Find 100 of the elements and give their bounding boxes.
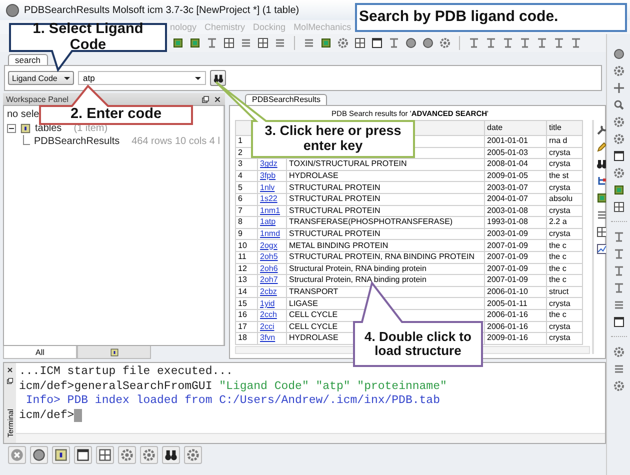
align-icon[interactable]: [612, 248, 624, 260]
align-icon[interactable]: [553, 37, 565, 49]
row-number: 7: [236, 205, 258, 217]
tree-item[interactable]: tables: [35, 123, 62, 134]
lines-icon[interactable]: [612, 299, 624, 311]
align-icon[interactable]: [502, 37, 514, 49]
table-cell: STRUCTURAL PROTEIN, RNA BINDING PROTEIN: [286, 251, 484, 264]
wrench-icon[interactable]: [596, 124, 608, 136]
lines-icon[interactable]: [303, 37, 315, 49]
align-icon[interactable]: [519, 37, 531, 49]
square-icon[interactable]: [612, 184, 624, 196]
stop-icon[interactable]: [8, 446, 26, 464]
circle-icon[interactable]: [422, 37, 434, 49]
grid-icon[interactable]: [223, 37, 235, 49]
search-icon[interactable]: [612, 99, 624, 111]
gear-icon[interactable]: [612, 116, 624, 128]
collapse-icon[interactable]: [7, 124, 16, 133]
table-icon[interactable]: [52, 446, 70, 464]
close-icon[interactable]: [213, 94, 222, 104]
row-number: 15: [236, 298, 258, 310]
square-icon[interactable]: [172, 37, 184, 49]
column-header[interactable]: title: [546, 120, 582, 136]
table-cell: crysta: [546, 321, 582, 333]
align-icon[interactable]: [485, 37, 497, 49]
gear-icon[interactable]: [118, 446, 136, 464]
align-icon[interactable]: [612, 265, 624, 277]
pencil-icon[interactable]: [596, 141, 608, 153]
table-cell: the c: [546, 263, 582, 275]
gear-icon[interactable]: [612, 133, 624, 145]
table-cell: 2003-01-09: [484, 228, 546, 240]
scrollbar[interactable]: [592, 120, 594, 354]
align-icon[interactable]: [536, 37, 548, 49]
move-icon[interactable]: [612, 82, 624, 94]
caret-icon: [195, 76, 201, 82]
table-cell: METAL BINDING PROTEIN: [286, 240, 484, 252]
window-icon[interactable]: [612, 316, 624, 328]
square-icon[interactable]: [189, 37, 201, 49]
scrollbar[interactable]: [222, 106, 224, 345]
circle-icon[interactable]: [30, 446, 48, 464]
close-icon[interactable]: [6, 366, 14, 374]
row-number: 11: [236, 251, 258, 264]
console-command: icm/def>generalSearchFromGUI: [19, 380, 214, 394]
gear-icon[interactable]: [337, 37, 349, 49]
grid-icon[interactable]: [596, 226, 608, 238]
lines-icon[interactable]: [596, 209, 608, 221]
chart-icon[interactable]: [596, 243, 608, 255]
gear-icon[interactable]: [612, 380, 624, 392]
panel-tab[interactable]: All: [3, 346, 77, 359]
align-icon[interactable]: [570, 37, 582, 49]
gear-icon[interactable]: [612, 167, 624, 179]
float-window-icon[interactable]: [6, 377, 14, 385]
binoculars-icon[interactable]: [162, 446, 180, 464]
gear-icon[interactable]: [140, 446, 158, 464]
info-message: Info> PDB index loaded from C:/Users/Andrew/.icm/inx/PDB.tab: [24, 394, 440, 408]
grid-icon[interactable]: [354, 37, 366, 49]
table-cell: 2007-01-09: [484, 251, 546, 264]
align-icon[interactable]: [612, 282, 624, 294]
window-icon[interactable]: [371, 37, 383, 49]
window-icon[interactable]: [612, 150, 624, 162]
table-cell: crysta: [546, 205, 582, 217]
gear-icon[interactable]: [612, 65, 624, 77]
table-cell: 2009-01-16: [484, 332, 546, 344]
circle-icon[interactable]: [612, 48, 624, 60]
grid-icon[interactable]: [96, 446, 114, 464]
grid-icon[interactable]: [612, 201, 624, 213]
row-number: 13: [236, 274, 258, 286]
filter-field[interactable]: no sele: [7, 108, 40, 122]
row-number: 6: [236, 193, 258, 206]
window-title: PDBSearchResults Molsoft icm 3.7-3c [NewProject *] (1 table): [24, 4, 300, 16]
gear-icon[interactable]: [439, 37, 451, 49]
scrollbar[interactable]: [16, 433, 605, 443]
align-icon[interactable]: [206, 37, 218, 49]
table-cell: crysta: [546, 298, 582, 310]
field-type-dropdown[interactable]: Ligand Code: [8, 71, 74, 85]
float-window-icon[interactable]: [201, 94, 210, 104]
tree-icon[interactable]: [596, 175, 608, 187]
lines-icon[interactable]: [274, 37, 286, 49]
console-output: ...ICM startup file executed...: [19, 365, 233, 380]
square-icon[interactable]: [596, 192, 608, 204]
align-icon[interactable]: [612, 231, 624, 243]
align-icon[interactable]: [468, 37, 480, 49]
query-field[interactable]: atp: [78, 71, 206, 85]
lines-icon[interactable]: [612, 363, 624, 375]
tree-item[interactable]: PDBSearchResults: [34, 136, 120, 147]
table-cell: Structural Protein, RNA binding protein: [286, 274, 484, 286]
table-cell: 2007-01-09: [484, 274, 546, 286]
gear-icon[interactable]: [184, 446, 202, 464]
table-icon: [110, 348, 118, 356]
gear-icon[interactable]: [612, 346, 624, 358]
panel-tab[interactable]: search: [8, 54, 48, 65]
window-icon[interactable]: [74, 446, 92, 464]
search-button[interactable]: [210, 70, 226, 86]
table-cell: TRANSFERASE(PHOSPHOTRANSFERASE): [286, 216, 484, 228]
circle-icon[interactable]: [405, 37, 417, 49]
lines-icon[interactable]: [240, 37, 252, 49]
grid-icon[interactable]: [257, 37, 269, 49]
column-header[interactable]: date: [484, 120, 546, 136]
results-tab[interactable]: PDBSearchResults: [245, 94, 328, 105]
align-icon[interactable]: [388, 37, 400, 49]
square-icon[interactable]: [320, 37, 332, 49]
